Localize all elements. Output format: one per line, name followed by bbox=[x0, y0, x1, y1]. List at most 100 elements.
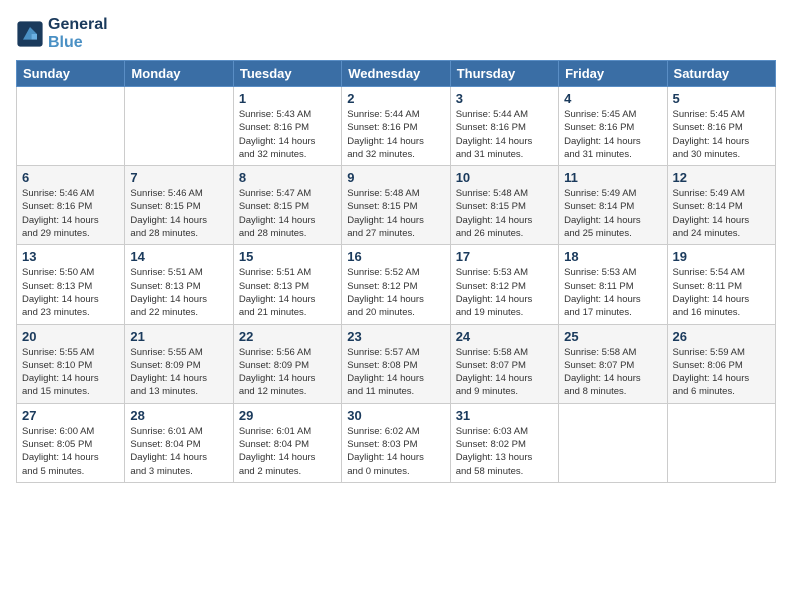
col-header-friday: Friday bbox=[559, 61, 667, 87]
day-number: 28 bbox=[130, 408, 227, 423]
col-header-sunday: Sunday bbox=[17, 61, 125, 87]
logo-text: General Blue bbox=[48, 16, 108, 52]
day-number: 12 bbox=[673, 170, 770, 185]
day-number: 20 bbox=[22, 329, 119, 344]
day-info: Sunrise: 5:57 AM Sunset: 8:08 PM Dayligh… bbox=[347, 346, 444, 399]
col-header-wednesday: Wednesday bbox=[342, 61, 450, 87]
day-number: 5 bbox=[673, 91, 770, 106]
calendar-cell: 13 Sunrise: 5:50 AM Sunset: 8:13 PM Dayli… bbox=[17, 245, 125, 324]
day-number: 27 bbox=[22, 408, 119, 423]
calendar-cell: 18 Sunrise: 5:53 AM Sunset: 8:11 PM Dayli… bbox=[559, 245, 667, 324]
day-info: Sunrise: 5:49 AM Sunset: 8:14 PM Dayligh… bbox=[673, 187, 770, 240]
day-info: Sunrise: 5:50 AM Sunset: 8:13 PM Dayligh… bbox=[22, 266, 119, 319]
day-number: 1 bbox=[239, 91, 336, 106]
day-number: 16 bbox=[347, 249, 444, 264]
calendar-cell: 17Sunrise: 5:53 AM Sunset: 8:12 PM Dayli… bbox=[450, 245, 558, 324]
calendar-header-row: SundayMondayTuesdayWednesdayThursdayFrid… bbox=[17, 61, 776, 87]
col-header-saturday: Saturday bbox=[667, 61, 775, 87]
calendar-table: SundayMondayTuesdayWednesdayThursdayFrid… bbox=[16, 60, 776, 483]
day-info: Sunrise: 5:56 AM Sunset: 8:09 PM Dayligh… bbox=[239, 346, 336, 399]
day-info: Sunrise: 5:59 AM Sunset: 8:06 PM Dayligh… bbox=[673, 346, 770, 399]
calendar-cell: 1Sunrise: 5:43 AM Sunset: 8:16 PM Daylig… bbox=[233, 87, 341, 166]
col-header-monday: Monday bbox=[125, 61, 233, 87]
day-info: Sunrise: 5:44 AM Sunset: 8:16 PM Dayligh… bbox=[456, 108, 553, 161]
calendar-cell: 24 Sunrise: 5:58 AM Sunset: 8:07 PM Dayli… bbox=[450, 324, 558, 403]
calendar-cell: 28Sunrise: 6:01 AM Sunset: 8:04 PM Dayli… bbox=[125, 403, 233, 482]
calendar-cell: 21 Sunrise: 5:55 AM Sunset: 8:09 PM Dayli… bbox=[125, 324, 233, 403]
calendar-cell: 12 Sunrise: 5:49 AM Sunset: 8:14 PM Dayli… bbox=[667, 166, 775, 245]
day-number: 14 bbox=[130, 249, 227, 264]
day-number: 9 bbox=[347, 170, 444, 185]
day-info: Sunrise: 6:00 AM Sunset: 8:05 PM Dayligh… bbox=[22, 425, 119, 478]
day-info: Sunrise: 5:58 AM Sunset: 8:07 PM Dayligh… bbox=[456, 346, 553, 399]
calendar-cell: 16 Sunrise: 5:52 AM Sunset: 8:12 PM Dayli… bbox=[342, 245, 450, 324]
day-info: Sunrise: 5:48 AM Sunset: 8:15 PM Dayligh… bbox=[456, 187, 553, 240]
calendar-cell: 2 Sunrise: 5:44 AM Sunset: 8:16 PM Daylig… bbox=[342, 87, 450, 166]
day-info: Sunrise: 5:46 AM Sunset: 8:16 PM Dayligh… bbox=[22, 187, 119, 240]
calendar-cell bbox=[559, 403, 667, 482]
day-info: Sunrise: 6:02 AM Sunset: 8:03 PM Dayligh… bbox=[347, 425, 444, 478]
day-info: Sunrise: 5:44 AM Sunset: 8:16 PM Dayligh… bbox=[347, 108, 444, 161]
calendar-week-1: 1Sunrise: 5:43 AM Sunset: 8:16 PM Daylig… bbox=[17, 87, 776, 166]
day-info: Sunrise: 5:47 AM Sunset: 8:15 PM Dayligh… bbox=[239, 187, 336, 240]
day-number: 4 bbox=[564, 91, 661, 106]
day-info: Sunrise: 5:52 AM Sunset: 8:12 PM Dayligh… bbox=[347, 266, 444, 319]
day-number: 15 bbox=[239, 249, 336, 264]
day-info: Sunrise: 5:45 AM Sunset: 8:16 PM Dayligh… bbox=[673, 108, 770, 161]
calendar-cell: 8 Sunrise: 5:47 AM Sunset: 8:15 PM Daylig… bbox=[233, 166, 341, 245]
day-info: Sunrise: 6:03 AM Sunset: 8:02 PM Dayligh… bbox=[456, 425, 553, 478]
calendar-cell: 4 Sunrise: 5:45 AM Sunset: 8:16 PM Daylig… bbox=[559, 87, 667, 166]
day-info: Sunrise: 5:51 AM Sunset: 8:13 PM Dayligh… bbox=[130, 266, 227, 319]
day-info: Sunrise: 6:01 AM Sunset: 8:04 PM Dayligh… bbox=[239, 425, 336, 478]
page-header: General Blue bbox=[16, 16, 776, 52]
calendar-cell bbox=[667, 403, 775, 482]
day-info: Sunrise: 5:55 AM Sunset: 8:09 PM Dayligh… bbox=[130, 346, 227, 399]
day-number: 19 bbox=[673, 249, 770, 264]
calendar-cell: 19 Sunrise: 5:54 AM Sunset: 8:11 PM Dayli… bbox=[667, 245, 775, 324]
day-number: 21 bbox=[130, 329, 227, 344]
calendar-cell: 10 Sunrise: 5:48 AM Sunset: 8:15 PM Dayli… bbox=[450, 166, 558, 245]
day-info: Sunrise: 5:45 AM Sunset: 8:16 PM Dayligh… bbox=[564, 108, 661, 161]
day-number: 18 bbox=[564, 249, 661, 264]
day-number: 26 bbox=[673, 329, 770, 344]
day-number: 6 bbox=[22, 170, 119, 185]
calendar-cell: 23 Sunrise: 5:57 AM Sunset: 8:08 PM Dayli… bbox=[342, 324, 450, 403]
col-header-thursday: Thursday bbox=[450, 61, 558, 87]
day-info: Sunrise: 5:53 AM Sunset: 8:12 PM Dayligh… bbox=[456, 266, 553, 319]
calendar-cell: 30 Sunrise: 6:02 AM Sunset: 8:03 PM Dayli… bbox=[342, 403, 450, 482]
day-number: 24 bbox=[456, 329, 553, 344]
calendar-cell: 25 Sunrise: 5:58 AM Sunset: 8:07 PM Dayli… bbox=[559, 324, 667, 403]
calendar-cell: 20 Sunrise: 5:55 AM Sunset: 8:10 PM Dayli… bbox=[17, 324, 125, 403]
day-info: Sunrise: 5:49 AM Sunset: 8:14 PM Dayligh… bbox=[564, 187, 661, 240]
day-info: Sunrise: 5:54 AM Sunset: 8:11 PM Dayligh… bbox=[673, 266, 770, 319]
calendar-cell: 22 Sunrise: 5:56 AM Sunset: 8:09 PM Dayli… bbox=[233, 324, 341, 403]
calendar-cell: 7Sunrise: 5:46 AM Sunset: 8:15 PM Daylig… bbox=[125, 166, 233, 245]
logo: General Blue bbox=[16, 16, 108, 52]
day-info: Sunrise: 5:53 AM Sunset: 8:11 PM Dayligh… bbox=[564, 266, 661, 319]
day-number: 13 bbox=[22, 249, 119, 264]
calendar-cell: 26 Sunrise: 5:59 AM Sunset: 8:06 PM Dayli… bbox=[667, 324, 775, 403]
calendar-cell: 3Sunrise: 5:44 AM Sunset: 8:16 PM Daylig… bbox=[450, 87, 558, 166]
calendar-cell: 29 Sunrise: 6:01 AM Sunset: 8:04 PM Dayli… bbox=[233, 403, 341, 482]
day-number: 8 bbox=[239, 170, 336, 185]
day-info: Sunrise: 5:55 AM Sunset: 8:10 PM Dayligh… bbox=[22, 346, 119, 399]
day-number: 30 bbox=[347, 408, 444, 423]
calendar-cell: 15Sunrise: 5:51 AM Sunset: 8:13 PM Dayli… bbox=[233, 245, 341, 324]
calendar-week-3: 13 Sunrise: 5:50 AM Sunset: 8:13 PM Dayli… bbox=[17, 245, 776, 324]
calendar-week-4: 20 Sunrise: 5:55 AM Sunset: 8:10 PM Dayli… bbox=[17, 324, 776, 403]
day-number: 22 bbox=[239, 329, 336, 344]
calendar-cell: 31Sunrise: 6:03 AM Sunset: 8:02 PM Dayli… bbox=[450, 403, 558, 482]
day-number: 11 bbox=[564, 170, 661, 185]
day-number: 25 bbox=[564, 329, 661, 344]
calendar-week-5: 27 Sunrise: 6:00 AM Sunset: 8:05 PM Dayli… bbox=[17, 403, 776, 482]
day-info: Sunrise: 5:58 AM Sunset: 8:07 PM Dayligh… bbox=[564, 346, 661, 399]
day-number: 29 bbox=[239, 408, 336, 423]
calendar-cell: 14 Sunrise: 5:51 AM Sunset: 8:13 PM Dayli… bbox=[125, 245, 233, 324]
calendar-cell: 5 Sunrise: 5:45 AM Sunset: 8:16 PM Daylig… bbox=[667, 87, 775, 166]
day-info: Sunrise: 5:48 AM Sunset: 8:15 PM Dayligh… bbox=[347, 187, 444, 240]
day-info: Sunrise: 5:46 AM Sunset: 8:15 PM Dayligh… bbox=[130, 187, 227, 240]
day-number: 10 bbox=[456, 170, 553, 185]
logo-icon bbox=[16, 20, 44, 48]
day-number: 2 bbox=[347, 91, 444, 106]
day-number: 23 bbox=[347, 329, 444, 344]
